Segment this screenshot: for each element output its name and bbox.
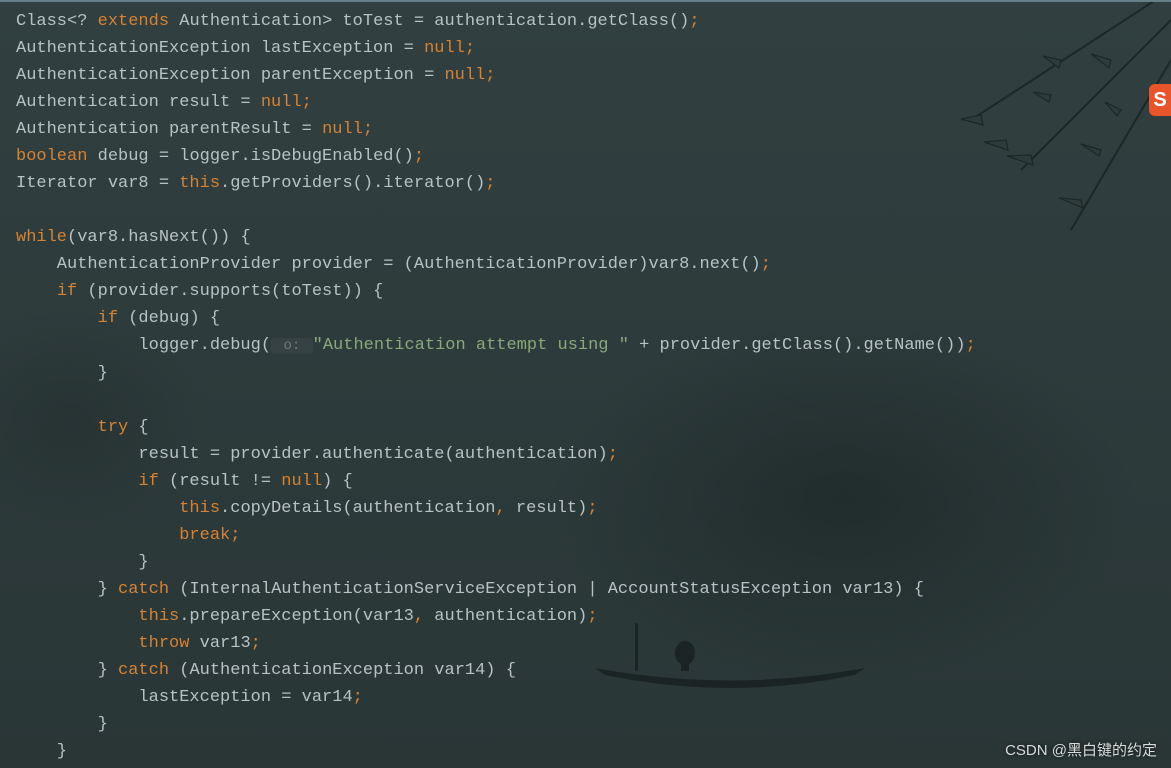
code-line: } bbox=[16, 364, 108, 383]
code-line: } bbox=[16, 715, 108, 734]
code-line: lastException = var14; bbox=[16, 688, 363, 707]
code-line: this.copyDetails(authentication, result)… bbox=[16, 499, 598, 518]
code-line: try { bbox=[16, 418, 149, 437]
editor-top-border bbox=[0, 0, 1171, 2]
code-line: break; bbox=[16, 526, 240, 545]
code-line: } bbox=[16, 742, 67, 761]
code-line: } catch (InternalAuthenticationServiceEx… bbox=[16, 580, 924, 599]
code-line: } bbox=[16, 553, 149, 572]
code-line: if (provider.supports(toTest)) { bbox=[16, 282, 383, 301]
code-line: if (result != null) { bbox=[16, 472, 353, 491]
code-line: AuthenticationException lastException = … bbox=[16, 39, 475, 58]
code-line: Authentication parentResult = null; bbox=[16, 120, 373, 139]
side-ribbon-icon[interactable]: S bbox=[1149, 84, 1171, 116]
code-line: Iterator var8 = this.getProviders().iter… bbox=[16, 174, 496, 193]
code-line: throw var13; bbox=[16, 634, 261, 653]
code-line: Authentication result = null; bbox=[16, 93, 312, 112]
code-line: while(var8.hasNext()) { bbox=[16, 228, 251, 247]
parameter-hint: o: bbox=[271, 338, 313, 354]
code-line: logger.debug( o: "Authentication attempt… bbox=[16, 336, 976, 355]
code-line: result = provider.authenticate(authentic… bbox=[16, 445, 618, 464]
code-line: Class<? extends Authentication> toTest =… bbox=[16, 12, 700, 31]
code-line: } catch (AuthenticationException var14) … bbox=[16, 661, 516, 680]
code-line: AuthenticationProvider provider = (Authe… bbox=[16, 255, 771, 274]
code-line: boolean debug = logger.isDebugEnabled(); bbox=[16, 147, 424, 166]
code-editor-view[interactable]: Class<? extends Authentication> toTest =… bbox=[0, 0, 1171, 765]
code-line: AuthenticationException parentException … bbox=[16, 66, 496, 85]
code-line: if (debug) { bbox=[16, 309, 220, 328]
code-line: this.prepareException(var13, authenticat… bbox=[16, 607, 598, 626]
